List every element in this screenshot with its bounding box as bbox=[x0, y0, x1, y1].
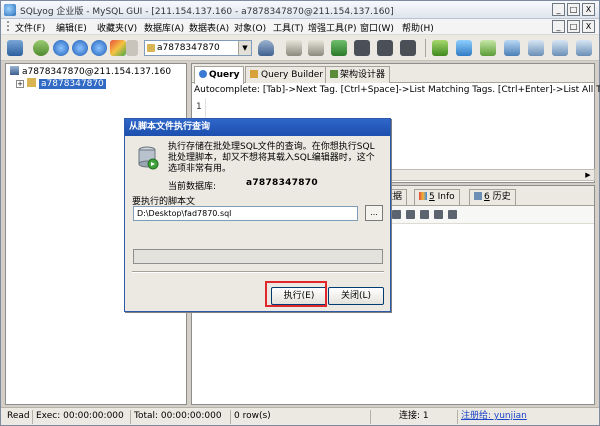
query-builder-tab-icon bbox=[250, 70, 258, 78]
database-icon bbox=[27, 78, 36, 87]
menu-grip bbox=[7, 21, 10, 31]
menu-table[interactable]: 数据表(A) bbox=[189, 21, 229, 34]
favorites-icon[interactable] bbox=[126, 40, 138, 56]
result-grid-icon[interactable] bbox=[392, 210, 401, 219]
menu-favorites[interactable]: 收藏夹(V) bbox=[97, 21, 137, 34]
line-number: 1 bbox=[196, 102, 202, 112]
menu-tools[interactable]: 工具(T) bbox=[273, 21, 304, 34]
menu-powertools[interactable]: 增强工具(P) bbox=[308, 21, 356, 34]
schema-icon[interactable] bbox=[308, 40, 324, 56]
preferences-icon[interactable] bbox=[576, 40, 592, 56]
tab-query[interactable]: Query bbox=[194, 66, 245, 84]
expand-icon[interactable]: + bbox=[16, 80, 24, 88]
close-button[interactable]: X bbox=[582, 3, 595, 16]
menu-window[interactable]: 窗口(W) bbox=[360, 21, 394, 34]
refresh-icon[interactable] bbox=[110, 40, 126, 56]
connect-icon[interactable] bbox=[7, 40, 23, 56]
close-dialog-button[interactable]: 关闭(L) bbox=[328, 287, 384, 305]
result-form-icon[interactable] bbox=[420, 210, 429, 219]
menu-database[interactable]: 数据库(A) bbox=[144, 21, 184, 34]
table-icon[interactable] bbox=[286, 40, 302, 56]
stop-icon[interactable] bbox=[91, 40, 107, 56]
status-exec-time: Exec: 00:00:00:000 bbox=[32, 410, 128, 424]
query-builder-icon[interactable] bbox=[456, 40, 472, 56]
tree-connection[interactable]: a7878347870@211.154.137.160 bbox=[10, 66, 171, 78]
disconnect-icon[interactable] bbox=[33, 40, 49, 56]
tab-history[interactable]: 6 历史 bbox=[469, 189, 516, 205]
tab-schema-designer[interactable]: 架构设计器 bbox=[325, 66, 391, 83]
mdi-restore-button[interactable]: □ bbox=[567, 20, 580, 33]
tab-history-label: 历史 bbox=[489, 192, 511, 202]
dialog-title: 从脚本文件执行查询 bbox=[125, 119, 390, 136]
notifications-icon[interactable] bbox=[528, 40, 544, 56]
tree-database-label: a7878347870 bbox=[39, 79, 106, 89]
dialog-divider bbox=[132, 271, 384, 273]
user-icon[interactable] bbox=[258, 40, 274, 56]
schema-sync-icon[interactable] bbox=[504, 40, 520, 56]
query-tab-strip: Query Query Builder 架构设计器 bbox=[192, 64, 594, 84]
sqlyog-app-icon bbox=[4, 4, 16, 16]
sync-icon[interactable] bbox=[432, 40, 448, 56]
scroll-right-icon[interactable]: ▶ bbox=[582, 170, 594, 180]
scheduler-icon[interactable] bbox=[552, 40, 568, 56]
status-connections: 连接: 1 bbox=[370, 410, 454, 424]
tree-database[interactable]: + a7878347870 bbox=[16, 78, 106, 90]
toolbar-separator bbox=[425, 39, 426, 57]
execute-all-icon[interactable] bbox=[72, 40, 88, 56]
tab-info[interactable]: 5 Info bbox=[414, 189, 460, 205]
menu-file[interactable]: 文件(F) bbox=[15, 21, 45, 34]
execution-progress-bar bbox=[133, 249, 383, 264]
result-copy-icon[interactable] bbox=[448, 210, 457, 219]
server-icon bbox=[10, 66, 19, 75]
chevron-down-icon[interactable]: ▼ bbox=[238, 41, 251, 55]
import-icon[interactable] bbox=[331, 40, 347, 56]
status-row-count: 0 row(s) bbox=[230, 410, 370, 424]
menu-bar: 文件(F) 编辑(E) 收藏夹(V) 数据库(A) 数据表(A) 对象(O) 工… bbox=[1, 19, 599, 35]
status-total-time: Total: 00:00:00:000 bbox=[130, 410, 228, 424]
tree-connection-label: a7878347870@211.154.137.160 bbox=[22, 67, 172, 77]
database-select-value: a7878347870 bbox=[157, 43, 220, 53]
tab-query-label: Query bbox=[209, 70, 240, 80]
execute-button-highlight bbox=[265, 281, 327, 307]
window-title: SQLyog 企业版 - MySQL GUI - [211.154.137.16… bbox=[20, 7, 394, 17]
tab-query-builder[interactable]: Query Builder bbox=[245, 66, 329, 83]
database-icon bbox=[147, 44, 155, 52]
menu-edit[interactable]: 编辑(E) bbox=[56, 21, 87, 34]
result-export-icon[interactable] bbox=[434, 210, 443, 219]
schema-designer-tab-icon bbox=[330, 70, 338, 78]
browse-file-button[interactable]: ... bbox=[365, 205, 383, 221]
current-db-label: 当前数据库: bbox=[168, 182, 217, 192]
toolbar: a7878347870 ▼ bbox=[1, 35, 599, 61]
history-tab-icon bbox=[474, 192, 482, 200]
export-icon[interactable] bbox=[354, 40, 370, 56]
backup-icon[interactable] bbox=[377, 40, 393, 56]
execute-script-dialog: 从脚本文件执行查询 执行存储在批处理SQL文件的查询。在你想执行SQL批处理脚本… bbox=[124, 118, 391, 312]
tab-query-builder-label: Query Builder bbox=[261, 70, 324, 80]
restore-icon[interactable] bbox=[400, 40, 416, 56]
mdi-close-button[interactable]: X bbox=[582, 20, 595, 33]
minimize-button[interactable]: _ bbox=[552, 3, 565, 16]
menu-help[interactable]: 帮助(H) bbox=[402, 21, 434, 34]
tab-info-label: Info bbox=[434, 192, 455, 202]
mdi-minimize-button[interactable]: _ bbox=[552, 20, 565, 33]
result-text-icon[interactable] bbox=[406, 210, 415, 219]
info-tab-icon bbox=[419, 192, 427, 200]
current-db-value: a7878347870 bbox=[246, 178, 318, 188]
tab-schema-designer-label: 架构设计器 bbox=[340, 70, 386, 80]
status-mode: Read bbox=[7, 411, 30, 421]
autocomplete-hint: Autocomplete: [Tab]->Next Tag. [Ctrl+Spa… bbox=[194, 85, 600, 95]
status-registered-to[interactable]: 注册给: yunjian bbox=[457, 410, 597, 424]
database-select[interactable]: a7878347870 ▼ bbox=[144, 40, 252, 56]
menu-objects[interactable]: 对象(O) bbox=[234, 21, 266, 34]
maximize-button[interactable]: □ bbox=[567, 3, 580, 16]
execute-icon[interactable] bbox=[53, 40, 69, 56]
query-tab-icon bbox=[199, 70, 207, 78]
title-bar: SQLyog 企业版 - MySQL GUI - [211.154.137.16… bbox=[1, 1, 599, 19]
database-script-icon bbox=[138, 146, 159, 170]
status-bar: Read Exec: 00:00:00:000 Total: 00:00:00:… bbox=[1, 407, 599, 425]
script-file-path-input[interactable]: D:\Desktop\fad7870.sql bbox=[133, 206, 358, 221]
designer-icon[interactable] bbox=[480, 40, 496, 56]
dialog-description: 执行存储在批处理SQL文件的查询。在你想执行SQL批处理脚本，却又不想将其载入S… bbox=[168, 142, 375, 174]
